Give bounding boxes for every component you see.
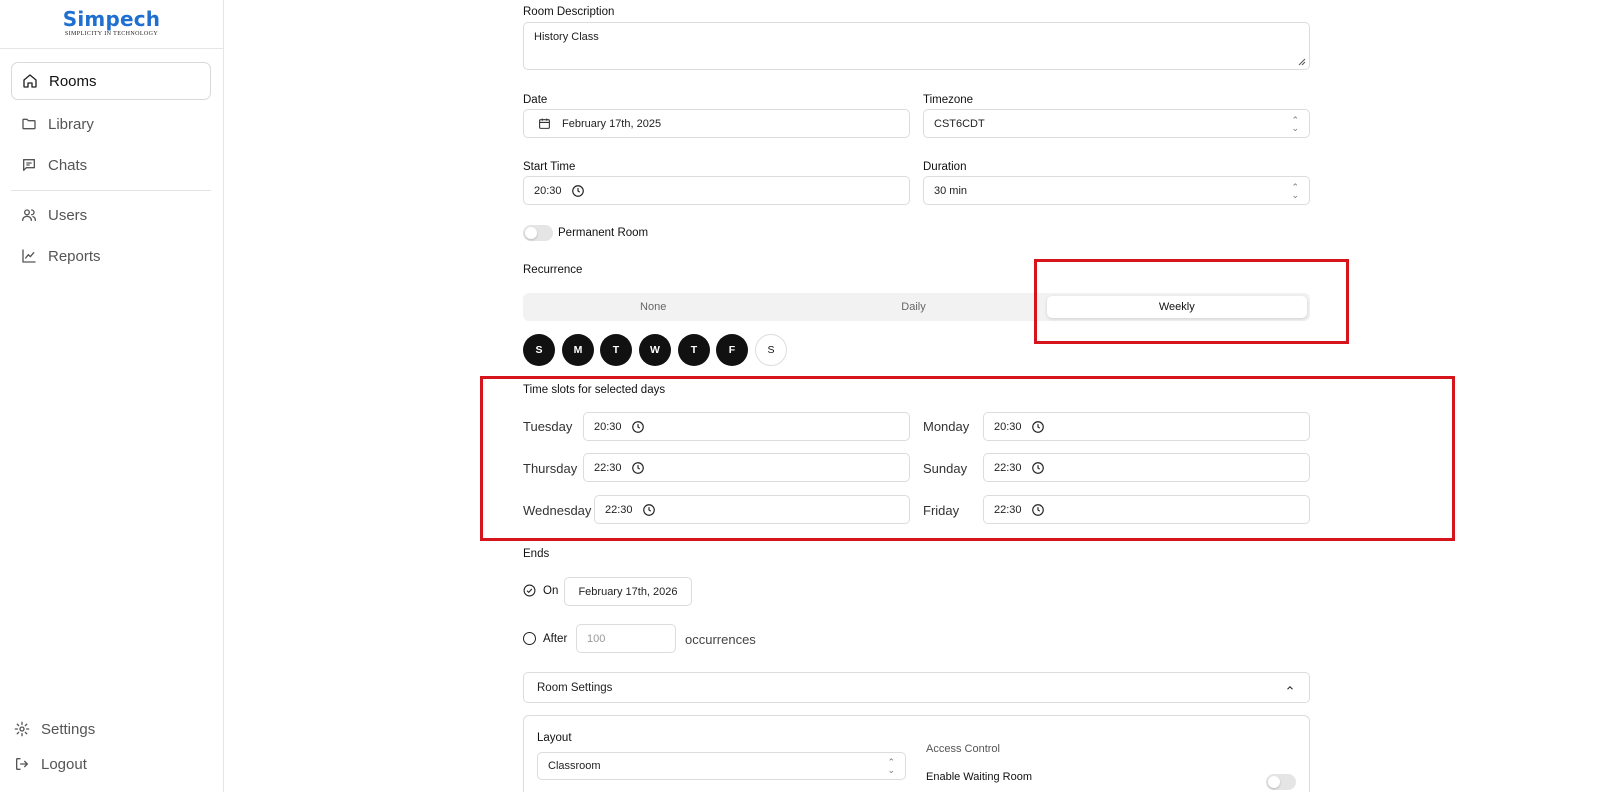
day-toggle-wednesday[interactable]: W xyxy=(639,334,671,366)
clock-icon xyxy=(1031,420,1044,433)
permanent-room-toggle[interactable] xyxy=(523,225,553,241)
ends-after-radio[interactable] xyxy=(523,632,536,645)
day-toggle-tuesday[interactable]: T xyxy=(600,334,632,366)
occurrences-input[interactable]: 100 xyxy=(576,624,676,653)
waiting-room-toggle[interactable] xyxy=(1266,774,1296,790)
slot-day-label: Sunday xyxy=(923,461,968,476)
slot-time-value: 22:30 xyxy=(994,503,1022,516)
slot-day-label: Friday xyxy=(923,503,960,518)
calendar-icon xyxy=(539,118,550,129)
slot-time-input-friday[interactable]: 22:30 xyxy=(983,495,1310,524)
slot-time-input-monday[interactable]: 20:30 xyxy=(983,412,1310,441)
access-control-label: Access Control xyxy=(926,743,1000,755)
layout-value: Classroom xyxy=(548,760,601,772)
clock-icon xyxy=(642,503,655,516)
permanent-room-label: Permanent Room xyxy=(558,227,649,239)
recurrence-segmented-control: None Daily Weekly xyxy=(523,293,1310,321)
day-toggle-sunday[interactable]: S xyxy=(523,334,555,366)
day-toggle-saturday[interactable]: S xyxy=(755,334,787,366)
ends-on-date-button[interactable]: February 17th, 2026 xyxy=(564,577,692,606)
timezone-select[interactable]: CST6CDT ⌃ ⌄ xyxy=(923,109,1310,138)
slot-time-input-tuesday[interactable]: 20:30 xyxy=(583,412,910,441)
layout-label: Layout xyxy=(537,732,572,744)
occurrences-label: occurrences xyxy=(685,632,756,647)
check-circle-icon[interactable] xyxy=(523,584,536,597)
slot-time-value: 20:30 xyxy=(594,420,622,433)
duration-select[interactable]: 30 min ⌃ ⌄ xyxy=(923,176,1310,205)
description-label: Room Description xyxy=(523,6,615,18)
slot-time-value: 22:30 xyxy=(994,461,1022,474)
timezone-value: CST6CDT xyxy=(934,117,985,130)
slot-day-label: Monday xyxy=(923,419,970,434)
start-time-value: 20:30 xyxy=(534,184,562,197)
slot-time-value: 20:30 xyxy=(994,420,1022,433)
duration-label: Duration xyxy=(923,161,967,173)
timezone-label: Timezone xyxy=(923,94,974,106)
chevron-updown-icon: ⌃ ⌄ xyxy=(1291,114,1299,133)
resize-handle-icon[interactable] xyxy=(1298,58,1306,66)
slot-time-value: 22:30 xyxy=(605,503,633,516)
recurrence-option-daily[interactable]: Daily xyxy=(783,293,1043,321)
start-time-label: Start Time xyxy=(523,161,576,173)
ends-label: Ends xyxy=(523,548,550,560)
slot-time-input-sunday[interactable]: 22:30 xyxy=(983,453,1310,482)
date-label: Date xyxy=(523,94,548,106)
description-textarea[interactable]: History Class xyxy=(523,22,1310,70)
clock-icon xyxy=(1031,461,1044,474)
slot-time-value: 22:30 xyxy=(594,461,622,474)
ends-after-label: After xyxy=(543,633,568,645)
start-time-input[interactable]: 20:30 xyxy=(523,176,910,205)
chevron-updown-icon: ⌃ ⌄ xyxy=(1291,181,1299,200)
slot-day-label: Thursday xyxy=(523,461,578,476)
room-settings-collapse[interactable]: Room Settings xyxy=(523,672,1310,703)
clock-icon xyxy=(1031,503,1044,516)
slot-day-label: Wednesday xyxy=(523,503,592,518)
clock-icon xyxy=(631,420,644,433)
clock-icon xyxy=(631,461,644,474)
date-picker[interactable]: February 17th, 2025 xyxy=(523,109,910,138)
day-toggle-friday[interactable]: F xyxy=(716,334,748,366)
recurrence-option-none[interactable]: None xyxy=(523,293,783,321)
room-settings-label: Room Settings xyxy=(537,681,613,694)
slot-time-input-wednesday[interactable]: 22:30 xyxy=(594,495,910,524)
description-value: History Class xyxy=(534,31,599,43)
day-toggle-monday[interactable]: M xyxy=(562,334,594,366)
ends-on-label: On xyxy=(543,585,559,597)
recurrence-label: Recurrence xyxy=(523,264,583,276)
room-form: Room Description History Class Date Febr… xyxy=(0,0,1600,792)
ends-on-date-value: February 17th, 2026 xyxy=(578,585,678,598)
slot-time-input-thursday[interactable]: 22:30 xyxy=(583,453,910,482)
layout-select[interactable]: Classroom ⌃ ⌄ xyxy=(537,752,906,780)
chevron-updown-icon: ⌃ ⌄ xyxy=(887,757,895,775)
duration-value: 30 min xyxy=(934,184,968,197)
recurrence-option-weekly[interactable]: Weekly xyxy=(1046,296,1307,318)
clock-icon xyxy=(571,184,584,197)
chevron-up-icon xyxy=(1287,685,1293,690)
slot-day-label: Tuesday xyxy=(523,419,573,434)
date-value: February 17th, 2025 xyxy=(562,117,662,130)
occurrences-placeholder: 100 xyxy=(587,632,606,645)
day-toggle-thursday[interactable]: T xyxy=(678,334,710,366)
waiting-room-label: Enable Waiting Room xyxy=(926,771,1032,783)
time-slots-label: Time slots for selected days xyxy=(523,384,666,396)
